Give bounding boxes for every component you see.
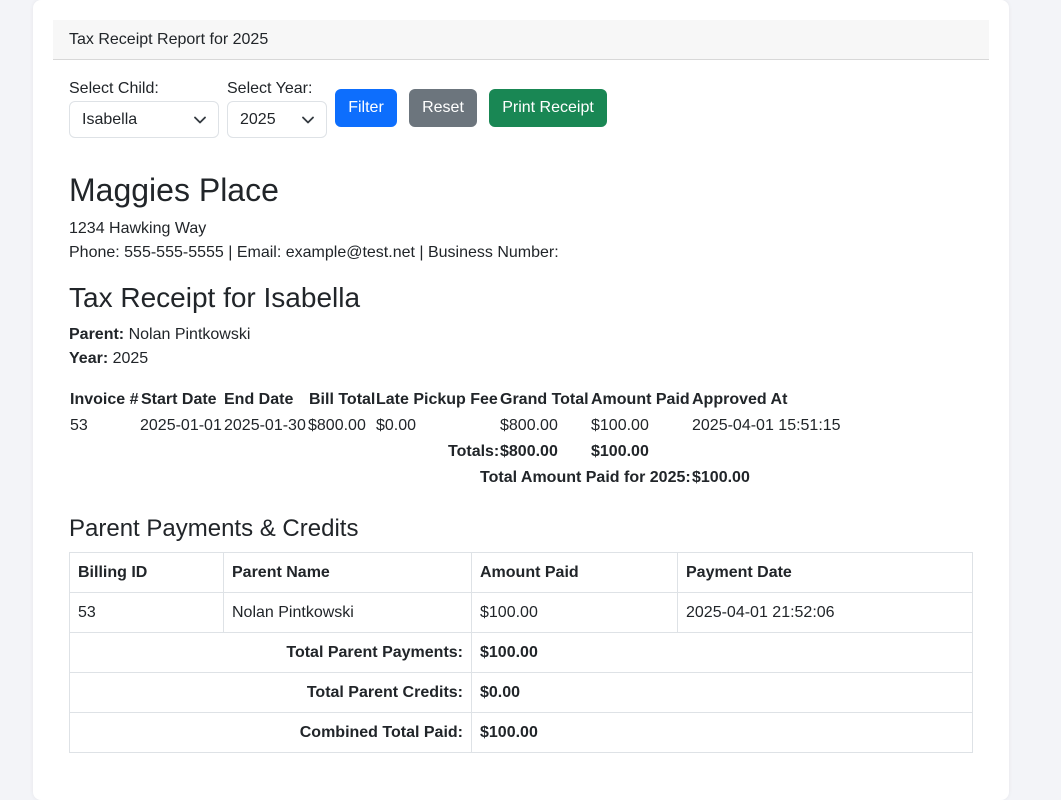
total-credits-label: Total Parent Credits: [69, 672, 472, 713]
invoice-cell: $100.00 [591, 417, 649, 434]
table-cell: 2025-04-01 21:52:06 [677, 592, 973, 633]
print-receipt-button[interactable]: Print Receipt [489, 89, 607, 127]
total-payments-row: Total Parent Payments: $100.00 [69, 632, 973, 673]
invoice-cell: 2025-04-01 15:51:15 [692, 417, 841, 434]
total-credits-row: Total Parent Credits: $0.00 [69, 672, 973, 713]
payments-title: Parent Payments & Credits [69, 515, 359, 542]
invoice-cell: $800.00 [500, 417, 558, 434]
invoice-header-cell: Approved At [692, 391, 788, 408]
filter-button[interactable]: Filter [335, 89, 397, 127]
report-card: Tax Receipt Report for 2025 Select Child… [33, 0, 1009, 800]
totals-grand: $800.00 [500, 443, 558, 460]
year-select[interactable]: 2025 [227, 101, 327, 138]
business-contact: Phone: 555-555-5555 | Email: example@tes… [69, 244, 559, 261]
table-header-row: Billing ID Parent Name Amount Paid Payme… [69, 552, 973, 593]
total-payments-label: Total Parent Payments: [69, 632, 472, 673]
year-label: Year: [69, 350, 109, 367]
chevron-down-icon [302, 116, 314, 124]
parent-label: Parent: [69, 326, 125, 343]
year-select-value: 2025 [240, 111, 276, 128]
invoice-header-cell: Grand Total [500, 391, 589, 408]
combined-total-row: Combined Total Paid: $100.00 [69, 712, 973, 753]
receipt-title: Tax Receipt for Isabella [69, 282, 361, 313]
combined-total-value: $100.00 [471, 712, 973, 753]
column-header: Parent Name [223, 552, 472, 593]
table-row: 53 Nolan Pintkowski $100.00 2025-04-01 2… [69, 592, 973, 633]
invoice-header-cell: Amount Paid [591, 391, 690, 408]
parent-value: Nolan Pintkowski [128, 326, 251, 343]
year-total-label: Total Amount Paid for 2025: [480, 469, 691, 486]
table-cell: 53 [69, 592, 224, 633]
child-select-value: Isabella [82, 111, 138, 128]
totals-paid: $100.00 [591, 443, 649, 460]
business-name: Maggies Place [69, 172, 279, 208]
column-header: Amount Paid [471, 552, 678, 593]
invoice-cell: 53 [70, 417, 88, 434]
invoice-header-cell: Invoice # [70, 391, 139, 408]
business-address: 1234 Hawking Way [69, 220, 207, 237]
receipt-year: Year: 2025 [69, 350, 148, 368]
table-cell: $100.00 [471, 592, 678, 633]
invoice-header-cell: End Date [224, 391, 294, 408]
receipt-parent: Parent: Nolan Pintkowski [69, 326, 250, 344]
child-select[interactable]: Isabella [69, 101, 219, 138]
combined-total-label: Combined Total Paid: [69, 712, 472, 753]
column-header: Billing ID [69, 552, 224, 593]
payments-table: Billing ID Parent Name Amount Paid Payme… [69, 552, 973, 753]
invoice-header-cell: Bill Total [309, 391, 376, 408]
chevron-down-icon [194, 116, 206, 124]
report-title: Tax Receipt Report for 2025 [69, 31, 269, 48]
invoice-header-cell: Start Date [141, 391, 217, 408]
reset-button[interactable]: Reset [409, 89, 477, 127]
total-payments-value: $100.00 [471, 632, 973, 673]
invoice-cell: 2025-01-01 [140, 417, 222, 434]
invoice-cell: $0.00 [376, 417, 417, 434]
invoice-cell: 2025-01-30 [224, 417, 306, 434]
year-value: 2025 [112, 350, 149, 367]
totals-label: Totals: [448, 443, 500, 460]
year-total-value: $100.00 [692, 469, 750, 486]
card-header: Tax Receipt Report for 2025 [53, 20, 989, 60]
invoice-cell: $800.00 [308, 417, 366, 434]
total-credits-value: $0.00 [471, 672, 973, 713]
column-header: Payment Date [677, 552, 973, 593]
table-cell: Nolan Pintkowski [223, 592, 472, 633]
year-select-label: Select Year: [227, 80, 313, 97]
child-select-label: Select Child: [69, 80, 159, 97]
invoice-header-cell: Late Pickup Fee [376, 391, 498, 408]
